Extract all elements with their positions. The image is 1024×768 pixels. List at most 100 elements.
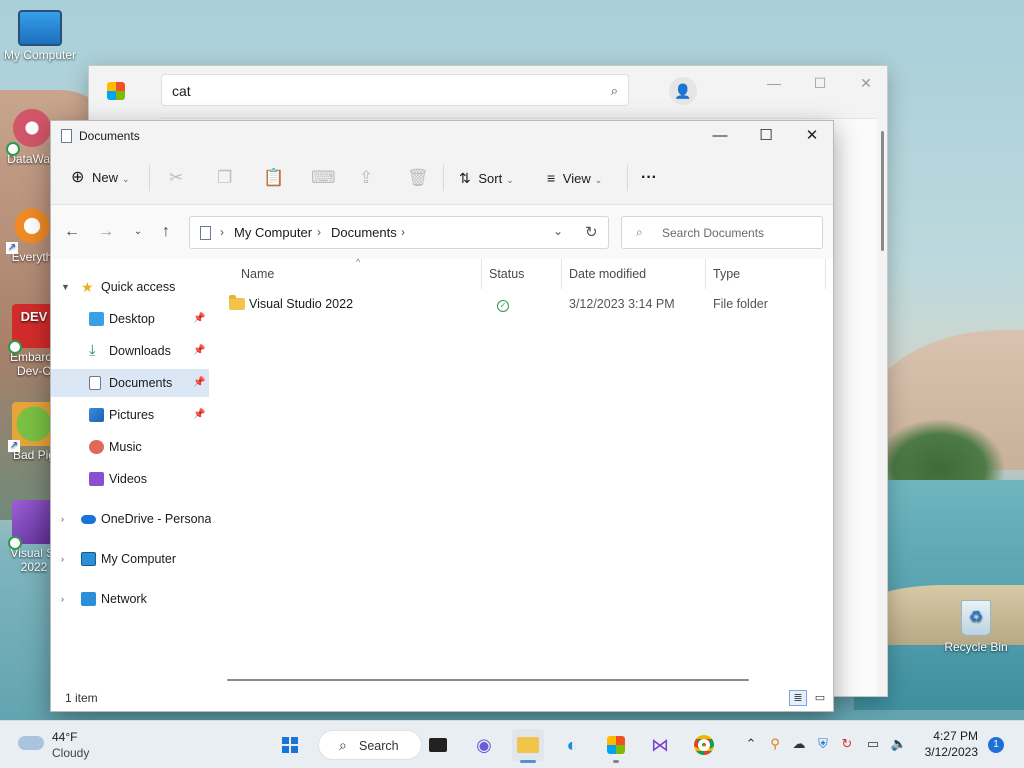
datawag-icon [6,106,54,156]
share-button[interactable]: ⇪ [359,151,373,205]
close-button[interactable]: ✕ [851,72,881,94]
start-button[interactable] [274,729,306,761]
maximize-button[interactable]: ☐ [743,121,789,151]
pin-icon: 📌 [193,345,206,356]
breadcrumb-documents[interactable]: Documents [331,225,397,240]
nav-documents[interactable]: Documents 📌 [51,369,209,397]
chevron-right-icon: › [61,594,64,604]
column-header-date[interactable]: Date modified [569,267,646,289]
up-button[interactable]: ↑ [155,221,177,243]
address-dropdown-icon[interactable]: ⌄ [553,224,563,238]
visual-studio-icon: ⋈ [651,735,669,755]
videos-icon [89,472,104,486]
everything-tray-icon[interactable]: ⚲ [766,735,784,753]
search-documents-input[interactable]: ⌕ Search Documents [621,216,823,249]
delete-button[interactable]: 🗑 [407,151,429,205]
edge-button[interactable]: ◐ [556,729,588,761]
column-header-type[interactable]: Type [713,267,740,289]
file-explorer-window[interactable]: Documents — ☐ ✕ ⊕ New ⌄ ✂ ❐ 📋 ⌨ ⇪ 🗑 ⇅ Sor… [50,120,834,712]
visual-studio-taskbar-button[interactable]: ⋈ [644,729,676,761]
network-icon [81,592,96,606]
user-account-icon[interactable]: 👤 [669,77,697,105]
nav-quick-access[interactable]: ▼ ★ Quick access [51,273,209,301]
nav-desktop[interactable]: Desktop 📌 [51,305,209,333]
new-button[interactable]: ⊕ New ⌄ [71,151,130,205]
security-shield-icon[interactable]: ⛨ [814,735,832,753]
folder-icon [229,295,245,310]
more-label: ··· [641,169,657,186]
clock-time: 4:27 PM [933,729,978,743]
rename-button[interactable]: ⌨ [311,151,336,205]
maximize-button[interactable]: ☐ [805,72,835,94]
back-button[interactable]: ← [61,221,83,243]
desktop-icon-recycle-bin[interactable]: ♻ Recycle Bin [941,600,1011,654]
column-header-status[interactable]: Status [489,267,524,289]
address-bar[interactable]: › My Computer › Documents › ⌄ ↻ [189,216,609,249]
nav-network[interactable]: › Network [51,585,209,613]
file-list: Name ^ Status Date modified Type Visual … [211,257,833,675]
horizontal-scrollbar[interactable] [227,679,749,681]
store-logo-icon [107,82,125,100]
view-button[interactable]: ≡ View ⌄ [547,151,602,205]
recent-locations-button[interactable]: ⌄ [127,221,149,243]
file-row[interactable]: Visual Studio 2022 ✓ 3/12/2023 3:14 PM F… [225,293,825,317]
store-search-input[interactable]: cat ⌕ [161,74,629,106]
trash-icon: 🗑 [407,168,429,187]
minimize-button[interactable]: — [697,121,743,151]
breadcrumb-my-computer[interactable]: My Computer [234,225,312,240]
column-divider[interactable] [825,259,826,289]
column-divider[interactable] [561,259,562,289]
nav-onedrive[interactable]: › OneDrive - Personal [51,505,214,533]
chrome-button[interactable] [688,729,720,761]
task-view-icon [429,738,447,752]
cut-button[interactable]: ✂ [169,151,183,205]
nav-my-computer[interactable]: › My Computer [51,545,209,573]
search-icon[interactable]: ⌕ [611,83,618,99]
minimize-button[interactable]: — [759,72,789,94]
forward-button[interactable]: → [95,221,117,243]
task-view-button[interactable] [422,729,454,761]
nav-videos[interactable]: Videos [51,465,209,493]
chat-button[interactable]: ◉ [468,729,500,761]
documents-icon [61,129,72,143]
paste-button[interactable]: 📋 [263,151,284,205]
column-divider[interactable] [481,259,482,289]
active-indicator [520,760,536,763]
nav-pictures[interactable]: Pictures 📌 [51,401,209,429]
store-scrollbar[interactable] [881,131,884,251]
title-bar[interactable]: Documents — ☐ ✕ [51,121,833,151]
nav-music[interactable]: Music [51,433,209,461]
nav-downloads[interactable]: ⤓ Downloads 📌 [51,337,209,365]
nav-label: Videos [109,472,147,486]
column-header-name[interactable]: Name [241,267,274,289]
close-button[interactable]: ✕ [789,121,835,151]
show-hidden-icons-chevron-up-icon[interactable]: ⌃ [742,735,760,753]
sort-ascending-icon: ^ [356,257,361,267]
column-divider[interactable] [705,259,706,289]
shortcut-arrow-icon: ↗ [6,242,18,254]
large-icons-view-button[interactable]: ▭ [811,690,829,706]
clock[interactable]: 4:27 PM 3/12/2023 [918,728,978,760]
desktop-icon-my-computer[interactable]: My Computer [2,10,78,62]
volume-icon[interactable]: 🔈 [890,735,908,753]
details-view-button[interactable]: ≣ [789,690,807,706]
update-refresh-icon[interactable]: ↻ [838,735,856,753]
display-icon[interactable]: ▭ [864,735,882,753]
refresh-icon[interactable]: ↻ [585,223,598,241]
clock-date: 3/12/2023 [924,745,978,759]
file-explorer-taskbar-button[interactable] [512,729,544,761]
notification-badge[interactable]: 1 [988,737,1004,753]
more-options-button[interactable]: ··· [641,151,657,205]
shortcut-arrow-icon: ↗ [8,440,20,452]
scissors-icon: ✂ [169,168,184,187]
address-row: ← → ⌄ ↑ › My Computer › Documents › ⌄ ↻ … [51,205,833,259]
copy-button[interactable]: ❐ [217,151,232,205]
sort-button[interactable]: ⇅ Sort ⌄ [459,151,514,205]
taskbar-search[interactable]: ⌕ Search [318,730,422,760]
music-icon [89,440,104,454]
store-taskbar-button[interactable] [600,729,632,761]
pin-icon: 📌 [193,313,206,324]
breadcrumb-separator-icon: › [220,225,224,239]
weather-temp: 44°F [52,730,78,744]
onedrive-cloud-icon[interactable]: ☁ [790,735,808,753]
